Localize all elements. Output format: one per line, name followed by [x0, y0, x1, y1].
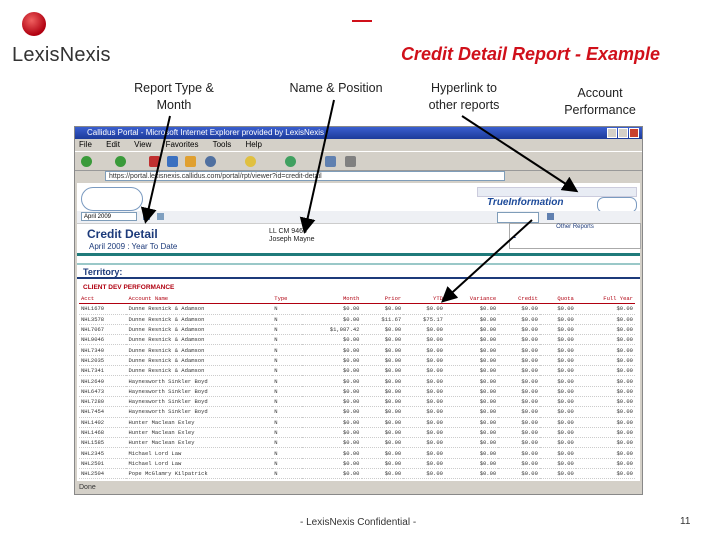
callout-arrows: [140, 99, 579, 303]
confidential-footer: - LexisNexis Confidential -: [300, 517, 417, 528]
arrow-report-type: [140, 115, 171, 224]
arrow-name-position: [299, 99, 335, 234]
arrow-hyperlink: [461, 115, 579, 193]
arrow-account-performance: [441, 219, 533, 303]
page-number: 11: [680, 516, 691, 527]
